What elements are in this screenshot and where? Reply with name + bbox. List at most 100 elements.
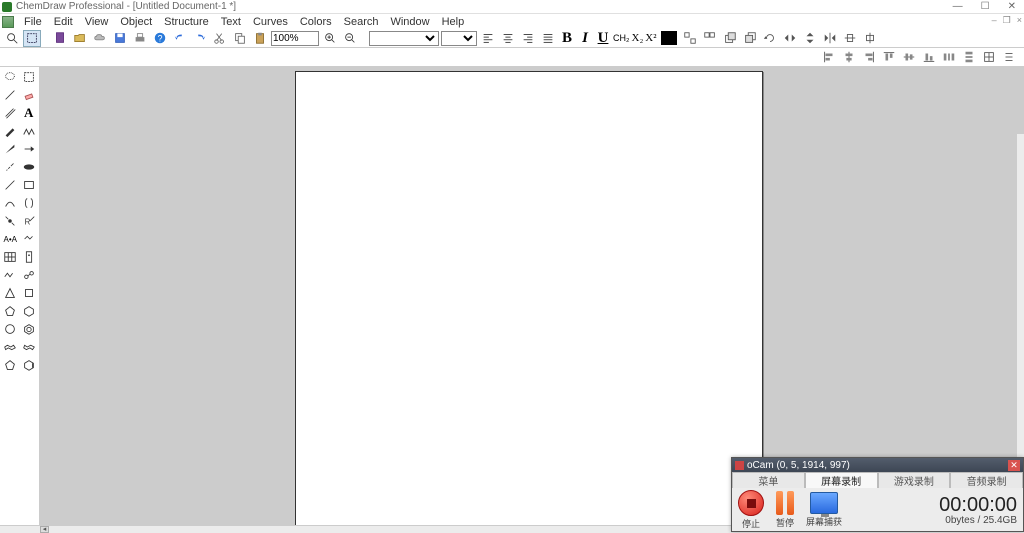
flip-h-button[interactable] [781, 30, 799, 47]
new-button[interactable] [51, 30, 69, 47]
align-left-button[interactable] [479, 30, 497, 47]
ocam-titlebar[interactable]: oCam (0, 5, 1914, 997) ✕ [732, 458, 1023, 472]
triangle-tool[interactable] [1, 284, 20, 302]
grid-button[interactable] [980, 49, 998, 66]
pentagon-tool[interactable] [1, 356, 20, 374]
menu-structure[interactable]: Structure [158, 15, 215, 29]
formula-button[interactable]: CH₂ [613, 33, 630, 43]
undo-button[interactable] [171, 30, 189, 47]
open-button[interactable] [71, 30, 89, 47]
label-tool[interactable]: A•A [1, 230, 20, 248]
bond-tool[interactable] [1, 86, 20, 104]
font-combo[interactable] [369, 31, 439, 46]
menu-view[interactable]: View [79, 15, 115, 29]
print-button[interactable] [131, 30, 149, 47]
template-tool[interactable] [20, 266, 39, 284]
ocam-pause-button[interactable]: 暂停 [776, 491, 794, 529]
align-justify-button[interactable] [539, 30, 557, 47]
menu-text[interactable]: Text [215, 15, 247, 29]
text-tool[interactable]: A [20, 104, 39, 122]
paste-button[interactable] [251, 30, 269, 47]
select-tool-button[interactable] [23, 30, 41, 47]
copy-button[interactable] [231, 30, 249, 47]
line-tool[interactable] [1, 176, 20, 194]
align-objects-center-button[interactable] [840, 49, 858, 66]
center-h-button[interactable] [841, 30, 859, 47]
group-button[interactable] [681, 30, 699, 47]
help-button[interactable]: ? [151, 30, 169, 47]
menu-help[interactable]: Help [436, 15, 471, 29]
align-right-button[interactable] [519, 30, 537, 47]
flip-v-button[interactable] [801, 30, 819, 47]
menu-file[interactable]: File [18, 15, 48, 29]
ocam-tab-menu[interactable]: 菜单 [732, 472, 805, 488]
wedge-tool[interactable] [1, 140, 20, 158]
menu-colors[interactable]: Colors [294, 15, 338, 29]
center-v-button[interactable] [861, 30, 879, 47]
list-button[interactable] [1000, 49, 1018, 66]
maximize-button[interactable]: ☐ [981, 1, 990, 12]
cyclopentane-tool[interactable] [1, 302, 20, 320]
query-tool[interactable]: R [20, 212, 39, 230]
color-swatch[interactable] [661, 31, 677, 45]
table-tool[interactable] [1, 248, 20, 266]
hash-tool[interactable] [1, 158, 20, 176]
send-back-button[interactable] [741, 30, 759, 47]
reaction-tool[interactable] [1, 266, 20, 284]
italic-button[interactable]: I [577, 30, 593, 47]
align-center-button[interactable] [499, 30, 517, 47]
cloud-button[interactable] [91, 30, 109, 47]
document-icon[interactable] [2, 16, 14, 28]
doc-close-button[interactable]: × [1017, 15, 1022, 26]
scroll-left-button[interactable]: ◂ [40, 526, 49, 533]
zoom-combo[interactable] [271, 31, 319, 46]
align-objects-top-button[interactable] [880, 49, 898, 66]
menu-edit[interactable]: Edit [48, 15, 79, 29]
atom-tool[interactable] [1, 212, 20, 230]
rectangle-tool[interactable] [20, 176, 39, 194]
distribute-v-button[interactable] [960, 49, 978, 66]
underline-button[interactable]: U [595, 30, 611, 47]
zoom-in-button[interactable] [321, 30, 339, 47]
search-button[interactable] [3, 30, 21, 47]
ocam-tab-screen-record[interactable]: 屏幕录制 [805, 472, 878, 488]
close-button[interactable]: ✕ [1008, 1, 1016, 12]
square-tool[interactable] [20, 284, 39, 302]
minimize-button[interactable]: — [953, 1, 963, 12]
arrow-tool[interactable] [20, 140, 39, 158]
ocam-tab-audio-record[interactable]: 音频录制 [950, 472, 1023, 488]
mirror-button[interactable] [821, 30, 839, 47]
menu-object[interactable]: Object [114, 15, 158, 29]
cyclohexane-tool[interactable] [20, 302, 39, 320]
multi-bond-tool[interactable] [1, 104, 20, 122]
tlc-tool[interactable] [20, 248, 39, 266]
cut-button[interactable] [211, 30, 229, 47]
size-combo[interactable] [441, 31, 477, 46]
formula-tool[interactable] [20, 230, 39, 248]
chain-tool[interactable] [20, 122, 39, 140]
curve-tool[interactable] [1, 194, 20, 212]
menu-curves[interactable]: Curves [247, 15, 294, 29]
rotate-button[interactable] [761, 30, 779, 47]
chair2-tool[interactable] [20, 338, 39, 356]
bring-front-button[interactable] [721, 30, 739, 47]
ocam-stop-button[interactable]: 停止 [738, 490, 764, 530]
doc-minimize-button[interactable]: – [992, 15, 997, 26]
chair-tool[interactable] [1, 338, 20, 356]
zoom-out-button[interactable] [341, 30, 359, 47]
cyclo-ring-tool[interactable] [20, 356, 39, 374]
superscript-button[interactable]: X² [645, 32, 656, 44]
bold-button[interactable]: B [559, 30, 575, 47]
ungroup-button[interactable] [701, 30, 719, 47]
pen-tool[interactable] [1, 122, 20, 140]
eraser-tool[interactable] [20, 86, 39, 104]
align-objects-left-button[interactable] [820, 49, 838, 66]
menu-search[interactable]: Search [338, 15, 385, 29]
ocam-close-button[interactable]: ✕ [1008, 460, 1020, 471]
orbital-tool[interactable] [20, 158, 39, 176]
benzene-tool[interactable] [20, 320, 39, 338]
save-button[interactable] [111, 30, 129, 47]
document-page[interactable] [295, 71, 763, 525]
align-objects-middle-button[interactable] [900, 49, 918, 66]
align-objects-bottom-button[interactable] [920, 49, 938, 66]
